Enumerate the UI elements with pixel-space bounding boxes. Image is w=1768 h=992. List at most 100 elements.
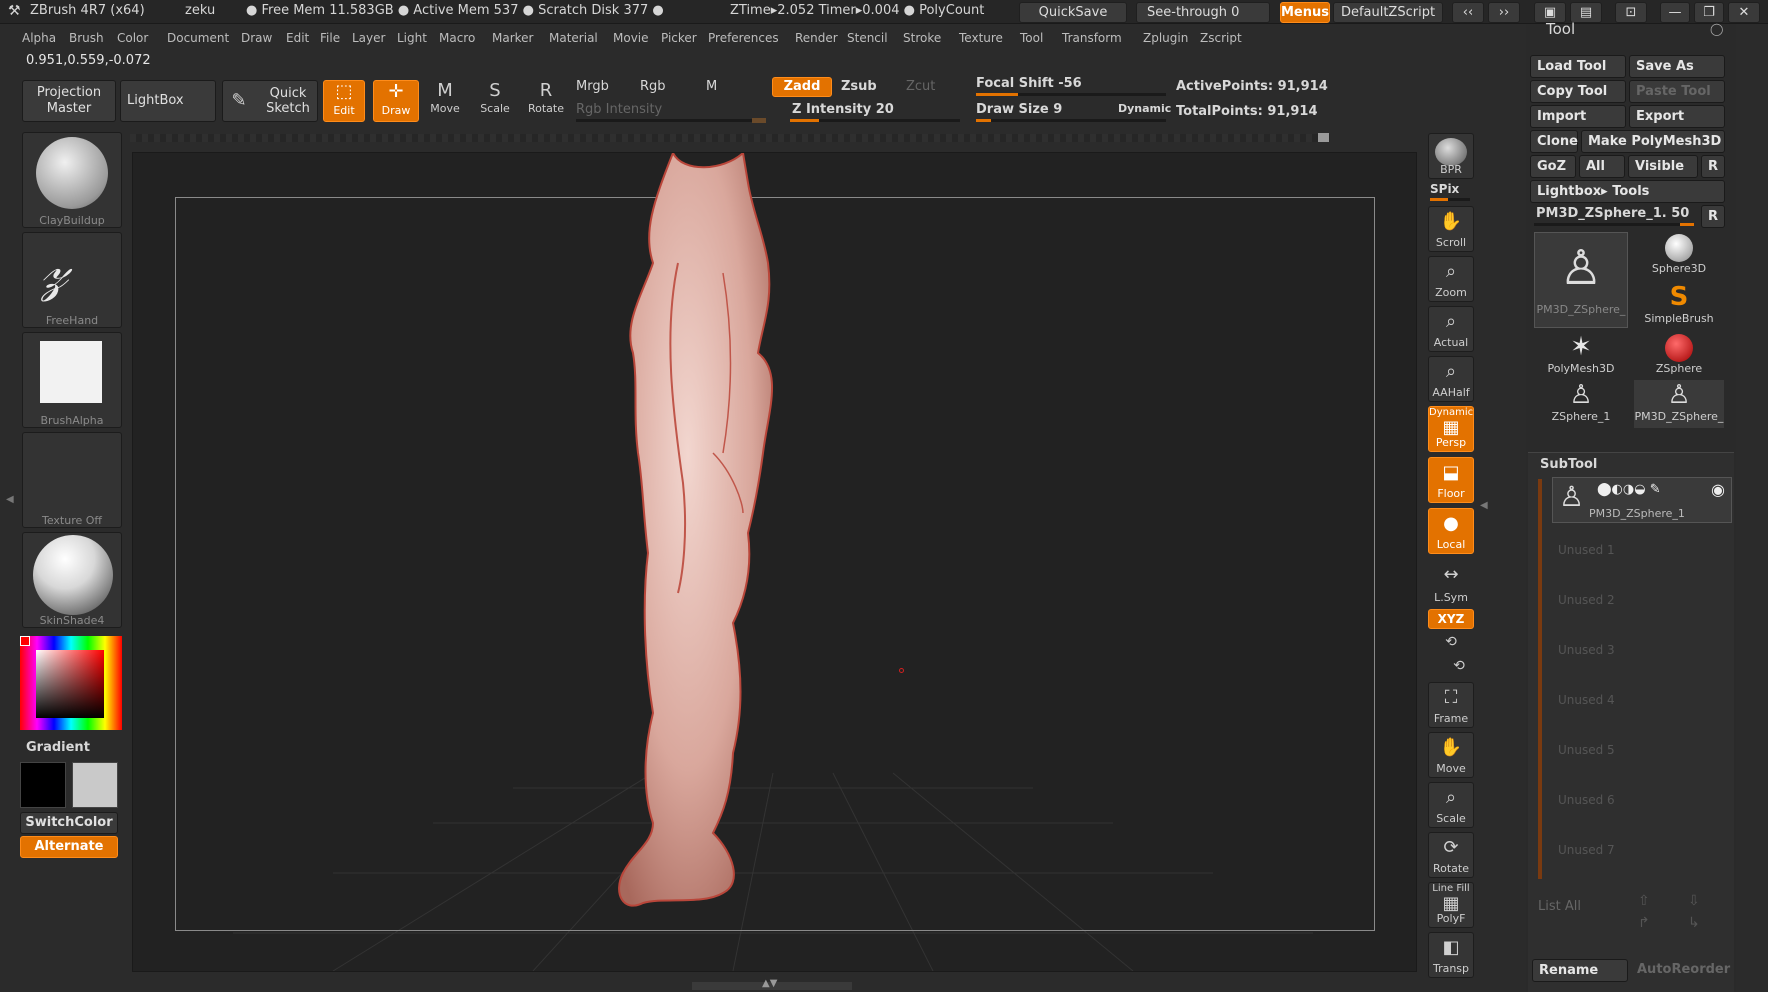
menu-tool[interactable]: Tool — [1020, 31, 1043, 45]
scale-view-button[interactable]: ⌕ Scale — [1428, 782, 1474, 828]
goz-visible-button[interactable]: Visible — [1628, 155, 1698, 178]
goz-r-button[interactable]: R — [1701, 155, 1725, 178]
subtool-slot[interactable]: Unused 1 — [1558, 543, 1615, 557]
sculpt-model[interactable] — [583, 153, 843, 913]
menu-picker[interactable]: Picker — [661, 31, 697, 45]
tool-tile-zsphere1[interactable]: ♙ ZSphere_1 — [1534, 380, 1628, 428]
lock-icon[interactable]: ⊡ — [1615, 2, 1647, 23]
left-collapse-icon[interactable]: ◀ — [6, 494, 14, 505]
xyz-button[interactable]: XYZ — [1428, 609, 1474, 629]
focal-shift-track[interactable] — [976, 93, 1166, 96]
draw-size-slider[interactable]: Draw Size 9 — [976, 102, 1062, 117]
arrow-up-icon[interactable]: ↱ — [1638, 915, 1650, 931]
texture-thumbnail[interactable]: Texture Off — [22, 432, 122, 528]
tool-tile-polymesh3d[interactable]: ✶ PolyMesh3D — [1534, 332, 1628, 380]
subtool-title[interactable]: SubTool — [1540, 457, 1597, 472]
move-mode-button[interactable]: M Move — [425, 80, 465, 115]
menu-alpha[interactable]: Alpha — [22, 31, 56, 45]
menu-color[interactable]: Color — [117, 31, 148, 45]
z-intensity-slider[interactable]: Z Intensity 20 — [792, 102, 894, 117]
tool-tile-pm3d[interactable]: ♙ PM3D_ZSphere_ — [1534, 232, 1628, 328]
subtool-toggles-icon[interactable]: ⬤◐◑◒ ✎ — [1597, 482, 1661, 497]
import-button[interactable]: Import — [1530, 105, 1626, 128]
rgb-intensity-slider[interactable]: Rgb Intensity — [576, 102, 662, 117]
move-view-button[interactable]: ✋ Move — [1428, 732, 1474, 778]
menus-button[interactable]: Menus — [1280, 2, 1330, 23]
menu-edit[interactable]: Edit — [286, 31, 309, 45]
draw-size-track[interactable] — [976, 119, 1166, 122]
menu-stroke[interactable]: Stroke — [903, 31, 941, 45]
gradient-label[interactable]: Gradient — [26, 740, 90, 755]
subtool-slot[interactable]: Unused 3 — [1558, 643, 1615, 657]
menu-zscript[interactable]: Zscript — [1200, 31, 1242, 45]
make-polymesh-button[interactable]: Make PolyMesh3D — [1581, 130, 1725, 153]
menu-brush[interactable]: Brush — [69, 31, 104, 45]
move-up-icon[interactable]: ⇧ — [1638, 893, 1650, 909]
actual-button[interactable]: ⌕ Actual — [1428, 306, 1474, 352]
dynamic-button[interactable]: Dynamic — [1118, 102, 1171, 115]
stroke-thumbnail[interactable]: 𝓏 FreeHand — [22, 232, 122, 328]
zcut-button[interactable]: Zcut — [906, 79, 935, 94]
material-thumbnail[interactable]: SkinShade4 — [22, 532, 122, 628]
menu-transform[interactable]: Transform — [1062, 31, 1122, 45]
mrgb-button[interactable]: Mrgb — [576, 79, 609, 94]
alpha-thumbnail[interactable]: BrushAlpha — [22, 332, 122, 428]
copy-tool-button[interactable]: Copy Tool — [1530, 80, 1626, 103]
subtool-slot[interactable]: Unused 7 — [1558, 843, 1615, 857]
main-color-swatch[interactable] — [20, 762, 66, 808]
persp-button[interactable]: Dynamic ▦ Persp — [1428, 406, 1474, 452]
menu-stencil[interactable]: Stencil — [847, 31, 888, 45]
rgb-intensity-track[interactable] — [576, 118, 766, 123]
maximize-icon[interactable]: ❐ — [1694, 2, 1724, 23]
load-tool-button[interactable]: Load Tool — [1530, 55, 1626, 78]
list-all-button[interactable]: List All — [1538, 899, 1581, 914]
polyf-button[interactable]: Line Fill ▦ PolyF — [1428, 882, 1474, 928]
spix-slider[interactable]: SPix — [1430, 182, 1459, 196]
canvas-viewport[interactable] — [132, 152, 1417, 972]
see-through-slider[interactable]: See-through 0 — [1136, 2, 1270, 23]
menu-file[interactable]: File — [320, 31, 340, 45]
z-intensity-track[interactable] — [790, 119, 960, 122]
tool-tile-pm3d-2[interactable]: ♙ PM3D_ZSphere_ — [1634, 380, 1724, 428]
shelf-handle[interactable] — [1318, 133, 1329, 142]
color-square[interactable] — [36, 650, 104, 718]
goz-button[interactable]: GoZ — [1530, 155, 1576, 178]
tool-tile-sphere3d[interactable]: Sphere3D — [1634, 232, 1724, 280]
rgb-button[interactable]: Rgb — [640, 79, 666, 94]
tool-tile-simplebrush[interactable]: S SimpleBrush — [1634, 282, 1724, 330]
default-zscript-button[interactable]: DefaultZScript — [1333, 2, 1443, 23]
scale-mode-button[interactable]: S Scale — [475, 80, 515, 115]
menu-document[interactable]: Document — [167, 31, 229, 45]
menu-texture[interactable]: Texture — [959, 31, 1003, 45]
autoreorder-button[interactable]: AutoReorder — [1631, 959, 1731, 982]
bpr-button[interactable]: BPR — [1428, 133, 1474, 179]
subtool-slot[interactable]: Unused 4 — [1558, 693, 1615, 707]
focal-shift-slider[interactable]: Focal Shift -56 — [976, 76, 1082, 91]
goz-all-button[interactable]: All — [1579, 155, 1625, 178]
aahalf-button[interactable]: ⌕ AAHalf — [1428, 356, 1474, 402]
rotate-z-icon[interactable]: ⟲ — [1448, 658, 1470, 674]
close-icon[interactable]: ✕ — [1728, 2, 1760, 23]
subtool-scrollbar[interactable] — [1538, 479, 1542, 879]
rotate-mode-button[interactable]: R Rotate — [524, 80, 568, 115]
zadd-button[interactable]: Zadd — [772, 77, 832, 97]
palette-close-icon[interactable]: ◯ — [1710, 22, 1723, 36]
lightbox-tools-button[interactable]: Lightbox▸ Tools — [1530, 180, 1725, 203]
menu-zplugin[interactable]: Zplugin — [1143, 31, 1188, 45]
menu-draw[interactable]: Draw — [241, 31, 272, 45]
minimize-icon[interactable]: — — [1660, 2, 1690, 23]
export-button[interactable]: Export — [1629, 105, 1725, 128]
save-as-button[interactable]: Save As — [1629, 55, 1725, 78]
move-down-icon[interactable]: ⇩ — [1688, 893, 1700, 909]
menu-macro[interactable]: Macro — [439, 31, 475, 45]
rename-button[interactable]: Rename — [1532, 959, 1628, 982]
menu-material[interactable]: Material — [549, 31, 598, 45]
rotate-view-button[interactable]: ⟳ Rotate — [1428, 832, 1474, 878]
menu-layer[interactable]: Layer — [352, 31, 385, 45]
lsym-button[interactable]: ↔ L.Sym — [1428, 560, 1474, 606]
menu-preferences[interactable]: Preferences — [708, 31, 779, 45]
projection-master-button[interactable]: Projection Master — [22, 80, 116, 122]
rotate-y-icon[interactable]: ⟲ — [1440, 634, 1462, 650]
alternate-button[interactable]: Alternate — [20, 836, 118, 858]
zoom-button[interactable]: ⌕ Zoom — [1428, 256, 1474, 302]
